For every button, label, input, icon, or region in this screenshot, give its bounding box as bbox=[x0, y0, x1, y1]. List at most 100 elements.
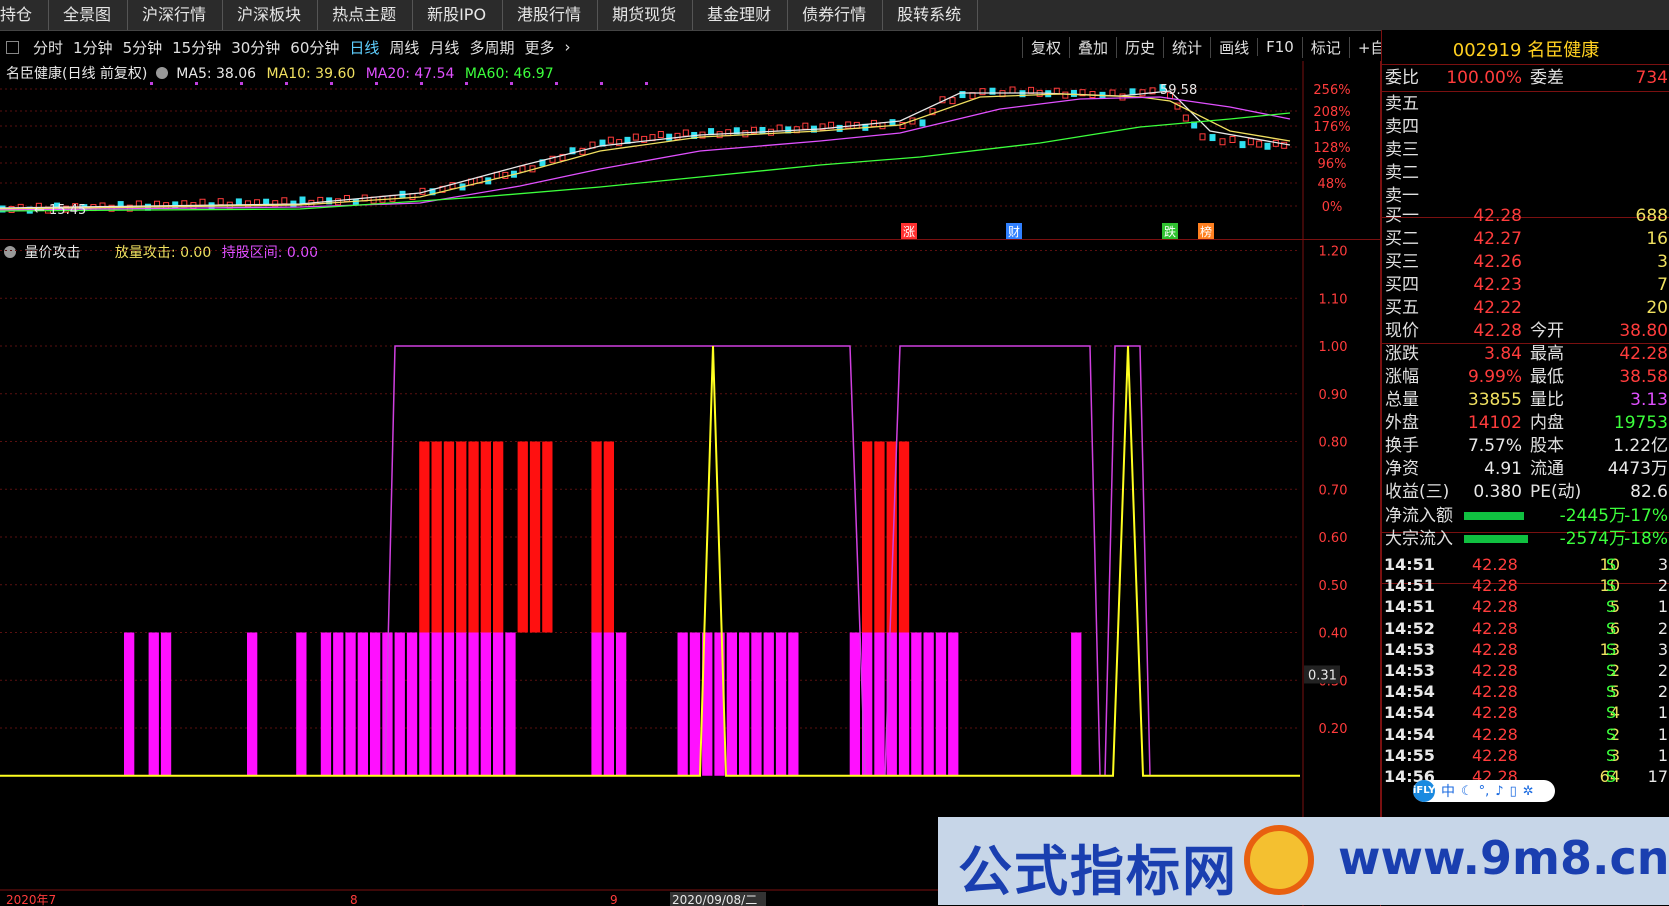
tick-side: S bbox=[1606, 745, 1617, 765]
tick-time: 14:54 bbox=[1384, 724, 1435, 744]
nav-item-2[interactable]: 沪深行情 bbox=[128, 0, 224, 30]
holding-bar bbox=[345, 632, 356, 776]
quote-label-2: 最低 bbox=[1530, 367, 1564, 387]
tick-count: 2 bbox=[1657, 682, 1668, 702]
period-tab-6[interactable]: 日线 bbox=[349, 37, 379, 58]
punctuation-icon[interactable]: °, bbox=[1479, 784, 1490, 799]
tick-count: 1 bbox=[1657, 724, 1668, 744]
quote-panel: 002919 名臣健康 委比 100.00% 委差 734 卖五 卖四 卖三 卖二 卖一… bbox=[1381, 30, 1669, 905]
attack-bar bbox=[898, 441, 910, 633]
candle bbox=[199, 198, 206, 206]
period-tab-2[interactable]: 5分钟 bbox=[123, 37, 163, 58]
flow-label: 净流入额 bbox=[1385, 506, 1453, 526]
quote-label-2: 量比 bbox=[1530, 390, 1564, 410]
tick-row: 14:54 42.28 5 S 2 bbox=[1382, 681, 1669, 703]
toolbar-button-3[interactable]: 统计 bbox=[1163, 36, 1210, 58]
main-kline-chart[interactable]: 名臣健康(日线 前复权) MA5: 38.06 MA10: 39.60 MA20… bbox=[0, 61, 1381, 239]
attack-bar bbox=[419, 441, 430, 633]
holding-bar bbox=[591, 632, 602, 776]
tick-row: 14:53 42.28 2 S 2 bbox=[1382, 660, 1669, 682]
event-marker-label: 涨 bbox=[903, 224, 915, 239]
holding-bar bbox=[124, 632, 135, 776]
candle bbox=[519, 165, 526, 173]
tick-price: 42.28 bbox=[1472, 639, 1518, 659]
x-axis-label: 8 bbox=[350, 893, 358, 906]
attack-bar bbox=[529, 441, 541, 633]
period-tab-4[interactable]: 30分钟 bbox=[231, 37, 280, 58]
holding-bar bbox=[406, 632, 418, 776]
holding-bar bbox=[935, 632, 947, 776]
tick-count: 2 bbox=[1657, 576, 1668, 596]
settings-icon[interactable] bbox=[6, 40, 19, 54]
tick-side: S bbox=[1606, 618, 1617, 638]
toolbar-button-4[interactable]: 画线 bbox=[1210, 36, 1257, 58]
candle bbox=[632, 133, 639, 141]
microphone-icon[interactable]: ♪ bbox=[1495, 784, 1503, 799]
weibi-label: 委比 bbox=[1385, 68, 1419, 88]
candle bbox=[1229, 136, 1236, 144]
period-tab-5[interactable]: 60分钟 bbox=[290, 37, 339, 58]
candle bbox=[607, 136, 614, 144]
period-tab-10[interactable]: 更多 bbox=[524, 37, 554, 58]
quote-label-2: 内盘 bbox=[1530, 413, 1564, 433]
nav-item-5[interactable]: 新股IPO bbox=[413, 0, 504, 30]
tick-count: 1 bbox=[1657, 597, 1668, 617]
tick-row: 14:51 42.28 5 S 1 bbox=[1382, 596, 1669, 618]
signal-dot bbox=[285, 82, 288, 85]
nav-item-6[interactable]: 港股行情 bbox=[503, 0, 599, 30]
nav-item-0[interactable]: 持仓 bbox=[0, 0, 50, 30]
period-tab-0[interactable]: 分时 bbox=[33, 37, 63, 58]
period-tab-9[interactable]: 多周期 bbox=[469, 37, 514, 58]
y-tick-label: 128% bbox=[1313, 141, 1350, 156]
holding-bar bbox=[775, 632, 787, 776]
candle bbox=[768, 128, 775, 136]
flow-row-1: 大宗流入 -2574万 -18% bbox=[1382, 527, 1669, 551]
holding-bar bbox=[247, 632, 258, 776]
indicator-chart[interactable]: 量价攻击 放量攻击: 0.00 持股区间: 0.00 1.20 1.10 1.00 0… bbox=[0, 239, 1381, 906]
candle bbox=[343, 195, 350, 203]
attack-bar bbox=[431, 441, 442, 633]
nav-item-9[interactable]: 债券行情 bbox=[788, 0, 884, 30]
tick-time: 14:51 bbox=[1384, 576, 1435, 596]
tick-time: 14:53 bbox=[1384, 661, 1435, 680]
period-tab-3[interactable]: 15分钟 bbox=[172, 37, 221, 58]
candle bbox=[657, 131, 664, 139]
quote-value-2: 38.80 bbox=[1619, 321, 1668, 341]
y-tick-label: 48% bbox=[1318, 177, 1347, 192]
y-tick-label: 256% bbox=[1313, 83, 1350, 98]
nav-item-4[interactable]: 热点主题 bbox=[318, 0, 414, 30]
toolbar-button-1[interactable]: 叠加 bbox=[1069, 36, 1116, 58]
ime-toolbar[interactable]: iFLY 中 ☾ °, ♪ ▯ ✲ bbox=[1413, 780, 1555, 802]
holding-bar bbox=[443, 632, 455, 776]
keyboard-icon[interactable]: ▯ bbox=[1510, 784, 1517, 799]
nav-item-10[interactable]: 股转系统 bbox=[883, 0, 979, 30]
toolbar-button-2[interactable]: 历史 bbox=[1116, 36, 1163, 58]
holding-bar bbox=[1071, 632, 1082, 776]
period-tab-7[interactable]: 周线 bbox=[389, 37, 419, 58]
toolbar-button-0[interactable]: 复权 bbox=[1022, 36, 1069, 58]
moon-icon[interactable]: ☾ bbox=[1461, 784, 1473, 799]
tick-side: S bbox=[1606, 555, 1617, 574]
tick-time: 14:53 bbox=[1384, 639, 1435, 659]
gear-icon[interactable]: ✲ bbox=[1523, 784, 1534, 799]
chevron-right-icon[interactable]: › bbox=[564, 38, 570, 56]
nav-item-7[interactable]: 期货现货 bbox=[598, 0, 694, 30]
toolbar-button-6[interactable]: 标记 bbox=[1301, 36, 1349, 58]
flow-label: 大宗流入 bbox=[1385, 529, 1453, 549]
quote-row-6: 净资 4.91 流通 4473万 bbox=[1382, 457, 1669, 481]
y-tick-label: 96% bbox=[1318, 157, 1347, 172]
nav-item-3[interactable]: 沪深板块 bbox=[223, 0, 319, 30]
quote-value: 14102 bbox=[1467, 413, 1522, 433]
candle bbox=[1070, 89, 1077, 97]
nav-item-8[interactable]: 基金理财 bbox=[693, 0, 789, 30]
nav-item-1[interactable]: 全景图 bbox=[49, 0, 129, 30]
ime-logo: iFLY bbox=[1413, 780, 1435, 802]
tick-time: 14:54 bbox=[1384, 682, 1435, 702]
period-tab-8[interactable]: 月线 bbox=[429, 37, 459, 58]
ime-chinese-mode[interactable]: 中 bbox=[1441, 781, 1455, 801]
period-tab-1[interactable]: 1分钟 bbox=[73, 37, 113, 58]
candle bbox=[845, 121, 852, 129]
toolbar-button-5[interactable]: F10 bbox=[1257, 38, 1302, 56]
signal-dot bbox=[375, 82, 378, 85]
quote-label: 涨幅 bbox=[1385, 367, 1419, 387]
